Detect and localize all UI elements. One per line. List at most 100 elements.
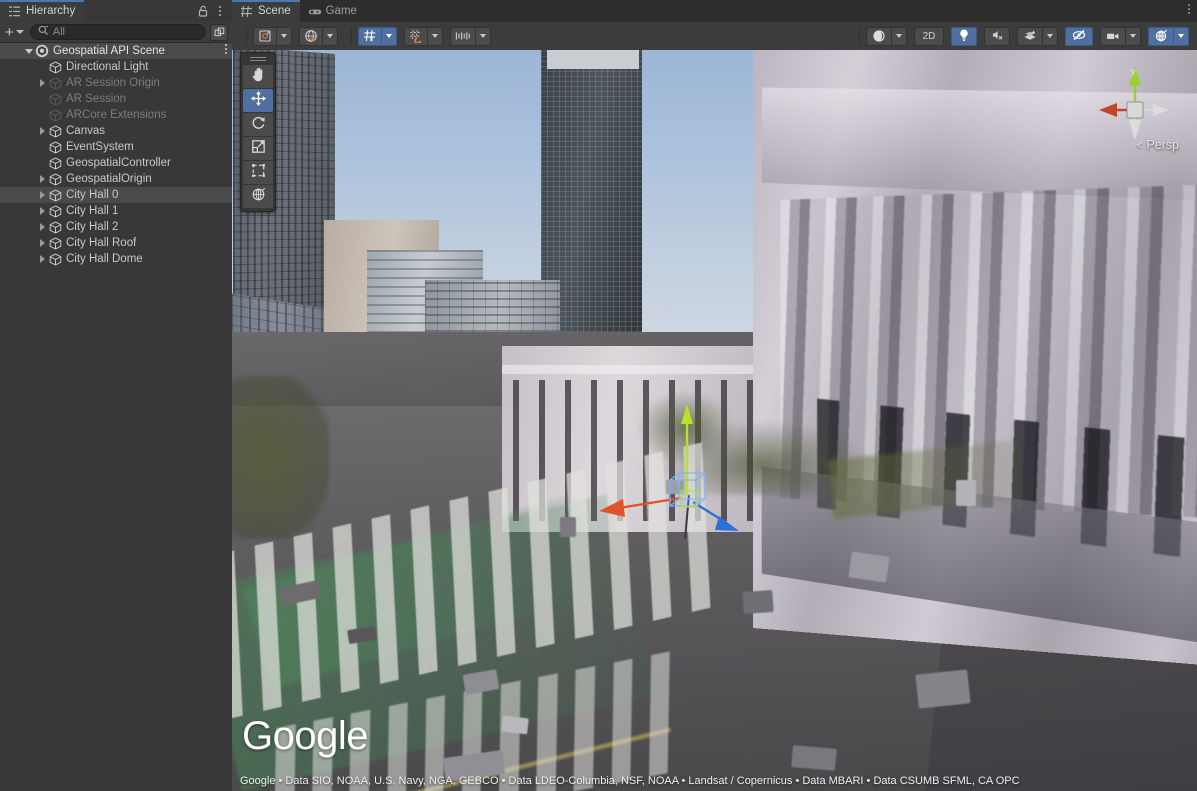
scale-tool[interactable] <box>243 137 273 160</box>
ruler-icon[interactable] <box>450 27 475 46</box>
scene-tabstrip: Scene Game <box>232 0 1197 22</box>
view-2d-toggle[interactable]: 2D <box>914 27 944 46</box>
gameobject-cube-icon <box>49 173 62 186</box>
globe-icon[interactable] <box>299 27 322 46</box>
expand-triangle-icon[interactable] <box>36 171 49 187</box>
gizmos-toggle-group[interactable] <box>1148 27 1189 46</box>
hierarchy-row[interactable]: AR Session <box>0 91 232 107</box>
hierarchy-row[interactable]: ARCore Extensions <box>0 107 232 123</box>
expand-triangle-icon[interactable] <box>36 251 49 267</box>
expand-triangle-icon[interactable] <box>36 235 49 251</box>
hierarchy-row-label: City Hall Roof <box>66 237 136 249</box>
lock-open-icon[interactable] <box>196 4 210 18</box>
hierarchy-row[interactable]: City Hall 0 <box>0 187 232 203</box>
create-gameobject-button[interactable]: + <box>3 24 26 40</box>
tab-hierarchy-label: Hierarchy <box>26 5 75 17</box>
scene-kebab-menu-icon[interactable] <box>225 44 227 54</box>
view-hand-tool[interactable] <box>243 65 273 88</box>
mesh-debris <box>848 551 889 582</box>
overlay-drag-handle[interactable] <box>249 53 267 64</box>
hierarchy-row-label: Directional Light <box>66 61 148 73</box>
hierarchy-row[interactable]: GeospatialOrigin <box>0 171 232 187</box>
scene-grid-icon <box>240 5 253 18</box>
toolbar-separator <box>246 28 247 44</box>
hierarchy-row[interactable]: City Hall 1 <box>0 203 232 219</box>
transform-move-gizmo[interactable] <box>589 398 759 538</box>
gameobject-cube-icon <box>49 205 62 218</box>
expand-triangle-icon[interactable] <box>36 75 49 91</box>
hierarchy-scene-root[interactable]: Geospatial API Scene <box>0 43 232 59</box>
gizmos-dropdown[interactable] <box>1173 27 1189 46</box>
kebab-menu-icon[interactable] <box>214 4 226 18</box>
search-input[interactable] <box>53 25 199 39</box>
hierarchy-row[interactable]: City Hall 2 <box>0 219 232 235</box>
expand-triangle-icon[interactable] <box>36 123 49 139</box>
hierarchy-row[interactable]: Canvas <box>0 123 232 139</box>
chevron-down-icon <box>1047 34 1053 38</box>
rect-transform-tool[interactable] <box>243 161 273 184</box>
tab-hierarchy[interactable]: Hierarchy <box>0 0 84 22</box>
toolbar-separator <box>351 28 352 44</box>
hierarchy-row[interactable]: AR Session Origin <box>0 75 232 91</box>
rotate-tool[interactable] <box>243 113 273 136</box>
handle-space-dropdown[interactable] <box>322 27 338 46</box>
increment-snap-group[interactable] <box>450 27 491 46</box>
pivot-mode-toggle-group[interactable] <box>253 27 292 46</box>
gizmo-globe-icon[interactable] <box>1148 27 1173 46</box>
expand-triangle-icon[interactable] <box>36 203 49 219</box>
perspective-mode-label[interactable]: < Persp <box>1136 138 1179 152</box>
hierarchy-row[interactable]: City Hall Roof <box>0 235 232 251</box>
scene-camera-dropdown[interactable] <box>1125 27 1141 46</box>
shading-mode-group[interactable] <box>866 27 907 46</box>
grid-visibility-toggle-group[interactable]: Y <box>358 27 397 46</box>
scene-camera-settings-group[interactable] <box>1100 27 1141 46</box>
hierarchy-row[interactable]: Directional Light <box>0 59 232 75</box>
hierarchy-row-label: GeospatialOrigin <box>66 173 152 185</box>
window-kebab-menu-icon[interactable] <box>1188 4 1190 14</box>
map-data-attribution: Google • Data SIO, NOAA, U.S. Navy, NGA,… <box>240 775 1189 787</box>
mesh-debris <box>743 590 774 614</box>
hierarchy-row[interactable]: GeospatialController <box>0 155 232 171</box>
scene-fx-dropdown[interactable] <box>1042 27 1058 46</box>
camera-icon[interactable] <box>1100 27 1125 46</box>
mesh-debris <box>501 716 529 735</box>
hierarchy-row-label: GeospatialController <box>66 157 171 169</box>
expand-triangle-icon[interactable] <box>36 219 49 235</box>
chevron-down-icon <box>1178 34 1184 38</box>
tab-game[interactable]: Game <box>300 0 366 22</box>
increment-snap-dropdown[interactable] <box>475 27 491 46</box>
grid-magnet-icon[interactable] <box>404 27 427 46</box>
hand-icon <box>250 66 267 88</box>
grid-axis-y-icon[interactable]: Y <box>358 27 381 46</box>
scene-lighting-toggle[interactable] <box>951 27 977 46</box>
scene-viewport[interactable]: y x < Persp <box>232 50 1197 791</box>
move-tool[interactable] <box>243 89 273 112</box>
pivot-mode-dropdown[interactable] <box>276 27 292 46</box>
gameobject-cube-icon <box>49 109 62 122</box>
crosswalk-stripe <box>232 550 243 720</box>
grid-snap-dropdown[interactable] <box>427 27 443 46</box>
grid-snap-toggle-group[interactable] <box>404 27 443 46</box>
hidden-objects-toggle[interactable] <box>1065 27 1093 46</box>
handle-space-toggle-group[interactable] <box>299 27 338 46</box>
hierarchy-icon <box>8 5 21 18</box>
pivot-center-icon[interactable] <box>253 27 276 46</box>
collapse-triangle-icon[interactable] <box>22 43 35 59</box>
scene-search-toggle-button[interactable] <box>210 24 228 41</box>
hierarchy-row[interactable]: City Hall Dome <box>0 251 232 267</box>
fx-layers-icon[interactable] <box>1017 27 1042 46</box>
scene-fx-group[interactable] <box>1017 27 1058 46</box>
hierarchy-row[interactable]: EventSystem <box>0 139 232 155</box>
scene-tools-overlay[interactable] <box>240 52 276 212</box>
expand-triangle-icon[interactable] <box>36 187 49 203</box>
shaded-sphere-icon[interactable] <box>866 27 891 46</box>
scene-audio-toggle[interactable] <box>984 27 1010 46</box>
hierarchy-search[interactable] <box>30 24 206 40</box>
shading-mode-dropdown[interactable] <box>891 27 907 46</box>
tab-scene[interactable]: Scene <box>232 0 300 22</box>
grid-visibility-dropdown[interactable] <box>381 27 397 46</box>
crosswalk-stripe <box>611 659 632 784</box>
hierarchy-tree[interactable]: Geospatial API Scene Directional Light AR … <box>0 43 232 791</box>
transform-tool[interactable] <box>243 185 273 208</box>
crosswalk-stripe <box>488 487 516 657</box>
